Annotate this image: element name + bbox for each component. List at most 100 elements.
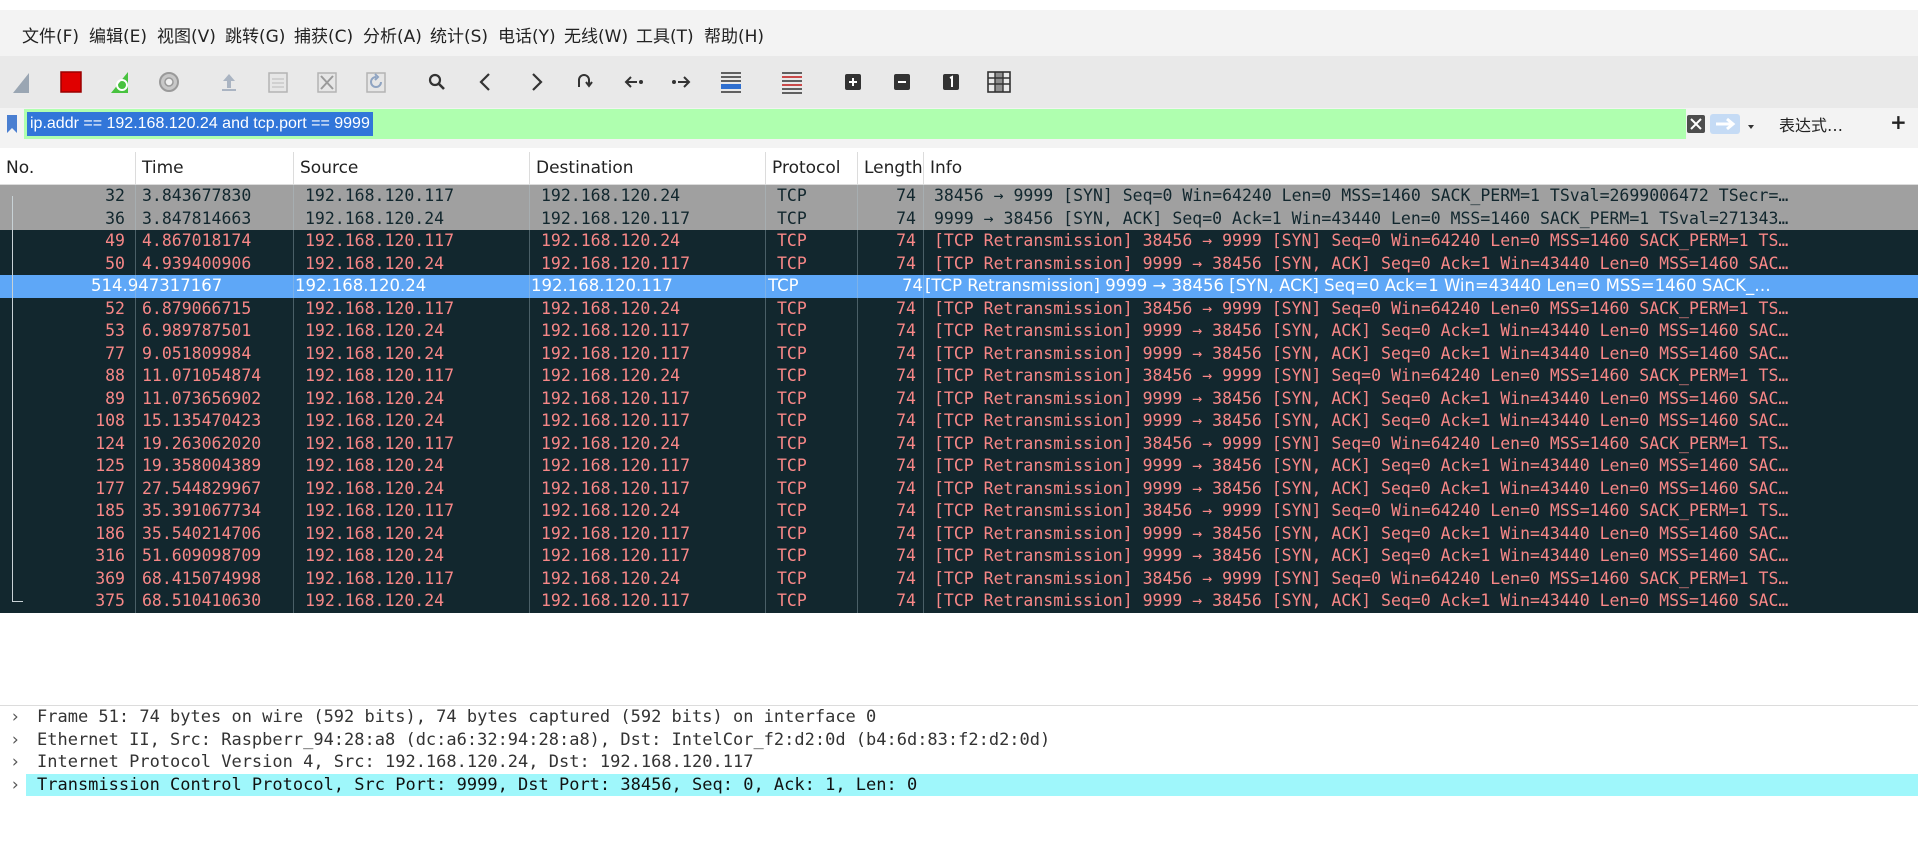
save-file-icon[interactable] [262,66,294,98]
packet-row[interactable]: 186 35.540214706 192.168.120.24 192.168.120… [0,522,1918,545]
resize-columns-icon[interactable] [983,66,1015,98]
packet-length: 74 [896,208,916,228]
packet-info: [TCP Retransmission] 9999 → 38456 [SYN, … [934,523,1789,543]
restart-capture-icon[interactable] [104,66,136,98]
packet-source: 192.168.120.24 [305,388,445,408]
packet-row[interactable]: 375 68.510410630 192.168.120.24 192.168.120… [0,590,1918,613]
packet-time: 4.939400906 [142,253,252,273]
reload-file-icon[interactable] [360,66,392,98]
normal-size-icon[interactable] [935,66,967,98]
packet-row[interactable]: 125 19.358004389 192.168.120.24 192.168.120… [0,455,1918,478]
menu-item[interactable]: 电话(Y) [498,22,556,47]
go-first-packet-icon[interactable] [617,66,649,98]
clear-filter-icon[interactable] [1687,115,1705,133]
menu-item[interactable]: 编辑(E) [89,22,147,47]
packet-info: [TCP Retransmission] 9999 → 38456 [SYN, … [934,343,1789,363]
packet-length: 74 [896,478,916,498]
expand-chevron-icon[interactable]: › [10,751,20,774]
expand-chevron-icon[interactable]: › [10,774,20,797]
go-to-packet-icon[interactable] [568,66,600,98]
go-back-icon[interactable] [470,66,502,98]
packet-row[interactable]: 77 9.051809984 192.168.120.24 192.168.120.1… [0,342,1918,365]
menu-item[interactable]: 视图(V) [157,22,216,47]
packet-row[interactable]: 52 6.879066715 192.168.120.117 192.168.120.… [0,297,1918,320]
packet-destination: 192.168.120.117 [531,276,673,295]
menu-item[interactable]: 工具(T) [636,22,694,47]
menu-item[interactable]: 无线(W) [564,22,628,47]
packet-row[interactable]: 316 51.609098709 192.168.120.24 192.168.120… [0,545,1918,568]
packet-time: 4.947317167 [112,276,223,295]
packet-row[interactable]: 177 27.544829967 192.168.120.24 192.168.120… [0,477,1918,500]
packet-row[interactable]: 185 35.391067734 192.168.120.117 192.168.12… [0,500,1918,523]
menu-item[interactable]: 捕获(C) [294,22,353,47]
detail-ethernet[interactable]: › Ethernet II, Src: Raspberr_94:28:a8 (d… [0,729,1918,752]
packet-source: 192.168.120.117 [305,568,455,588]
detail-frame[interactable]: › Frame 51: 74 bytes on wire (592 bits),… [0,706,1918,729]
packet-row[interactable]: 369 68.415074998 192.168.120.117 192.168.12… [0,567,1918,590]
apply-filter-icon[interactable] [1710,114,1740,134]
packet-row[interactable]: 49 4.867018174 192.168.120.117 192.168.120.… [0,230,1918,253]
column-source[interactable]: Source [293,152,529,184]
packet-row[interactable]: 32 3.843677830 192.168.120.117 192.168.120.… [0,185,1918,208]
column-protocol[interactable]: Protocol [765,152,857,184]
go-forward-icon[interactable] [520,66,552,98]
packet-row-selected[interactable]: 51 4.947317167 192.168.120.24 192.168.120.1… [0,275,1918,298]
packet-destination: 192.168.120.24 [541,366,681,385]
packet-time: 15.135470423 [142,411,262,430]
zoom-out-icon[interactable] [886,66,918,98]
open-file-icon[interactable] [213,66,245,98]
menu-item[interactable]: 跳转(G) [225,22,285,47]
chevron-down-icon[interactable] [1746,117,1756,136]
packet-time: 19.358004389 [142,456,262,475]
display-filter-input[interactable]: ip.addr == 192.168.120.24 and tcp.port =… [24,109,1686,139]
menu-item[interactable]: 帮助(H) [704,22,764,47]
display-filter-bar: ip.addr == 192.168.120.24 and tcp.port =… [0,108,1918,148]
zoom-in-icon[interactable] [837,66,869,98]
menu-item[interactable]: 文件(F) [22,22,79,47]
packet-length: 74 [896,456,916,475]
detail-ipv4[interactable]: › Internet Protocol Version 4, Src: 192.… [0,751,1918,774]
packet-row[interactable]: 124 19.263062020 192.168.120.117 192.168.12… [0,432,1918,455]
packet-length: 74 [896,411,916,430]
main-toolbar [0,56,1918,109]
column-time[interactable]: Time [135,152,293,184]
menu-item[interactable]: 分析(A) [363,22,422,47]
column-destination[interactable]: Destination [529,152,765,184]
packet-time: 11.071054874 [142,366,262,385]
expand-chevron-icon[interactable]: › [10,706,20,729]
colorize-icon[interactable] [776,66,808,98]
expression-button[interactable]: 表达式… [1779,112,1843,136]
bookmark-icon[interactable] [6,114,18,138]
menu-item[interactable]: 统计(S) [430,22,488,47]
packet-length: 74 [896,253,916,273]
packet-destination: 192.168.120.24 [541,501,681,520]
auto-scroll-icon[interactable] [715,66,747,98]
shark-fin-icon[interactable] [6,66,38,98]
capture-options-icon[interactable] [153,66,185,98]
packet-row[interactable]: 89 11.073656902 192.168.120.24 192.168.120.… [0,387,1918,410]
packet-row[interactable]: 53 6.989787501 192.168.120.24 192.168.120.1… [0,320,1918,343]
column-length[interactable]: Length [857,152,923,184]
packet-info: [TCP Retransmission] 9999 → 38456 [SYN, … [934,388,1789,408]
find-packet-icon[interactable] [421,66,453,98]
packet-info: [TCP Retransmission] 38456 → 9999 [SYN] … [934,366,1789,385]
add-filter-button[interactable]: + [1890,110,1907,134]
go-last-packet-icon[interactable] [666,66,698,98]
packet-row[interactable]: 36 3.847814663 192.168.120.24 192.168.120.1… [0,207,1918,230]
detail-tcp[interactable]: › Transmission Control Protocol, Src Por… [0,773,1918,797]
packet-length: 74 [896,501,916,520]
packet-protocol: TCP [777,568,807,588]
column-info[interactable]: Info [923,152,1918,184]
packet-row[interactable]: 50 4.939400906 192.168.120.24 192.168.120.1… [0,252,1918,275]
packet-info: [TCP Retransmission] 9999 → 38456 [SYN, … [934,591,1789,610]
column-no[interactable]: No. [0,152,135,184]
packet-protocol: TCP [777,433,807,453]
expand-chevron-icon[interactable]: › [10,729,20,752]
column-divider [923,185,924,613]
stop-capture-icon[interactable] [55,66,87,98]
packet-row[interactable]: 88 11.071054874 192.168.120.117 192.168.120… [0,365,1918,388]
filter-text[interactable]: ip.addr == 192.168.120.24 and tcp.port =… [27,112,373,136]
packet-time: 6.989787501 [142,321,252,340]
close-file-icon[interactable] [311,66,343,98]
packet-row[interactable]: 108 15.135470423 192.168.120.24 192.168.120… [0,410,1918,433]
